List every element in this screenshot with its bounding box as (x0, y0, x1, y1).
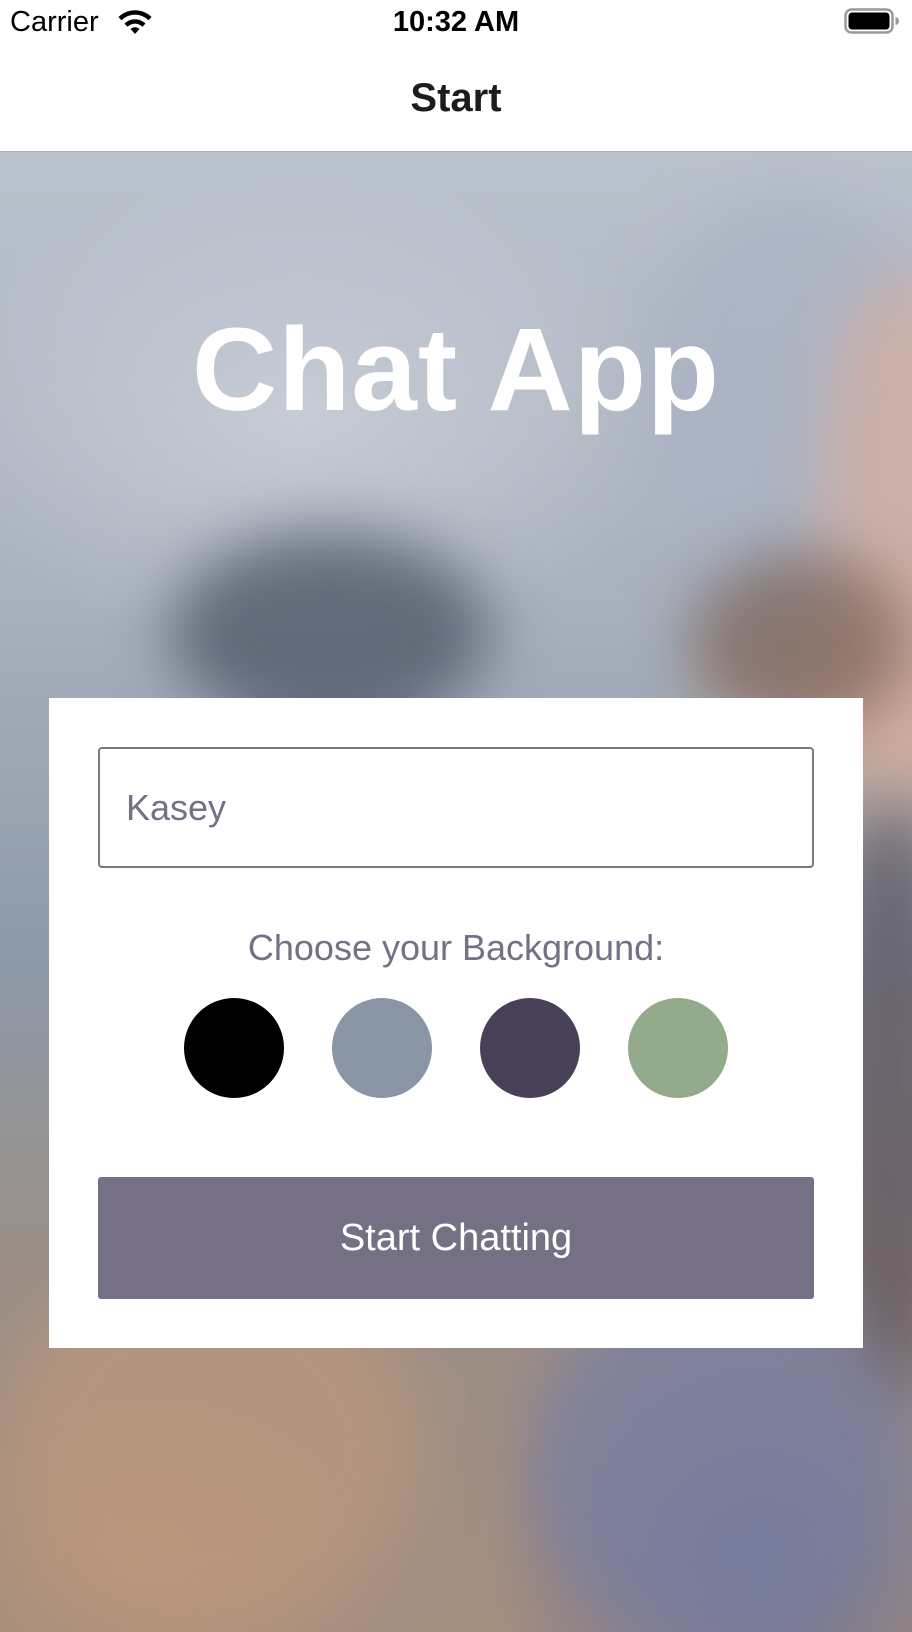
start-chatting-button[interactable]: Start Chatting (98, 1177, 814, 1299)
clock: 10:32 AM (392, 6, 520, 38)
name-input[interactable] (98, 747, 814, 868)
app-title: Chat App (192, 304, 720, 436)
background-swatch-dark-purple[interactable] (480, 998, 580, 1098)
background-swatch-sage-green[interactable] (628, 998, 728, 1098)
background-swatch-black[interactable] (184, 998, 284, 1098)
nav-title: Start (410, 76, 502, 120)
battery-full-icon (844, 8, 899, 34)
background-swatch-slate-gray[interactable] (332, 998, 432, 1098)
background-color-options (184, 998, 728, 1098)
status-bar: Carrier 10:32 AM (0, 0, 912, 44)
start-card: Choose your Background: Start Chatting (49, 698, 863, 1348)
app-screen: Carrier 10:32 AM Start Chat App Choose y… (0, 0, 912, 1632)
navigation-bar: Start (0, 44, 912, 152)
background-label: Choose your Background: (247, 927, 665, 968)
